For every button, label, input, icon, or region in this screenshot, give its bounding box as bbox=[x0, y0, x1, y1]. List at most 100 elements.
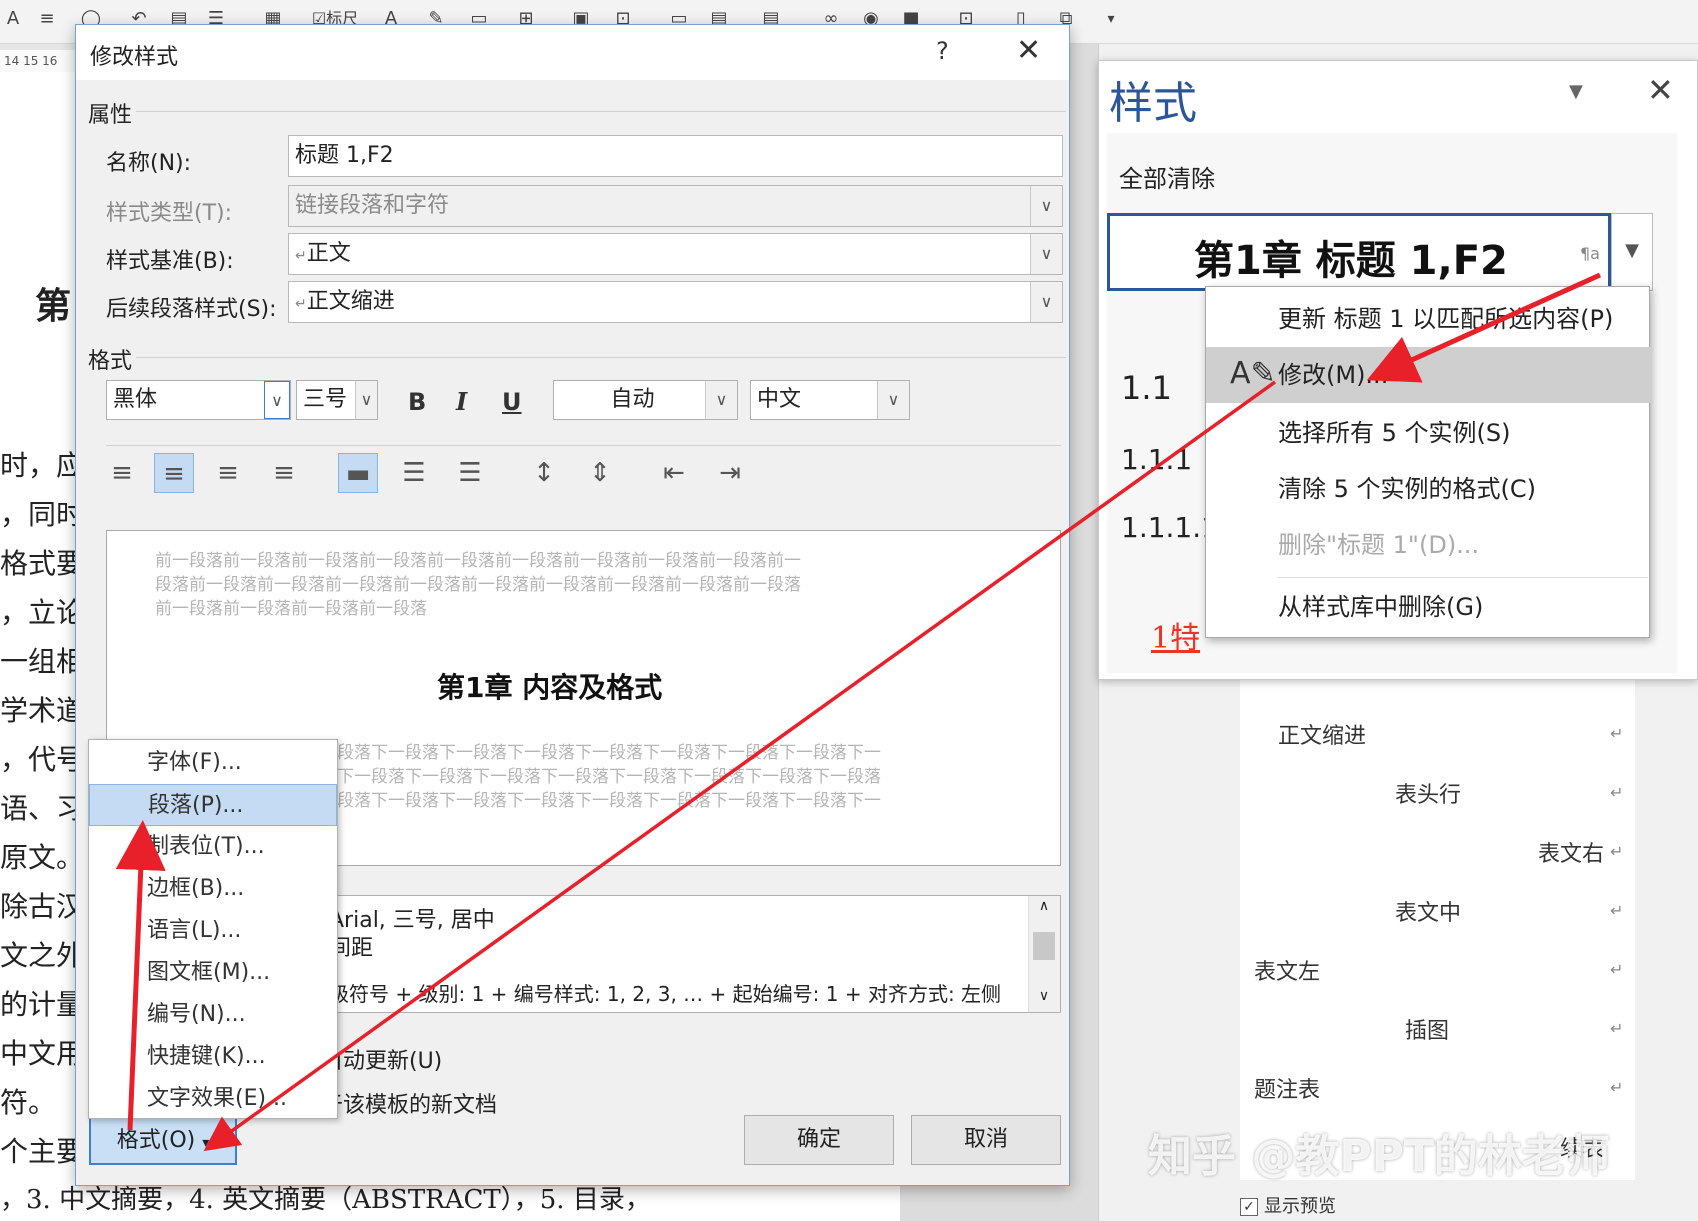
doc-line: 除古汉 bbox=[0, 890, 85, 923]
font-name-select[interactable]: 黑体 ∨ bbox=[106, 380, 291, 420]
style-item-header-row[interactable]: 表头行 bbox=[1395, 777, 1461, 809]
chevron-down-icon[interactable]: ∨ bbox=[1030, 186, 1062, 226]
doc-line: 一组相 bbox=[0, 645, 85, 678]
chevron-down-icon[interactable]: ∨ bbox=[1029, 988, 1059, 1004]
more-icon[interactable]: ▾ bbox=[1100, 8, 1122, 30]
paragraph-return-icon: ↵ bbox=[295, 296, 307, 312]
show-preview-checkbox[interactable]: ✓ 显示预览 bbox=[1240, 1192, 1336, 1218]
align-center-icon[interactable]: ≡ bbox=[154, 453, 194, 493]
clear-instances-item[interactable]: 清除 5 个实例的格式(C) bbox=[1206, 461, 1651, 517]
chevron-down-icon[interactable]: ∨ bbox=[1030, 282, 1062, 322]
clear-all-item[interactable]: 全部清除 bbox=[1119, 159, 1215, 194]
panel-options-icon[interactable]: ▼ bbox=[1569, 81, 1583, 102]
frame-menu-item[interactable]: 图文框(M)... bbox=[89, 952, 337, 994]
close-icon[interactable]: ✕ bbox=[1647, 71, 1674, 109]
preview-heading: 第1章 内容及格式 bbox=[437, 671, 663, 704]
text-effects-menu-item[interactable]: 文字效果(E)... bbox=[89, 1078, 337, 1120]
style-item-text-center[interactable]: 表文中 bbox=[1395, 895, 1461, 927]
template-option[interactable]: 于该模板的新文档 bbox=[321, 1087, 497, 1119]
font-size-select[interactable]: 三号 ∨ bbox=[296, 380, 378, 420]
heading-3-item[interactable]: 1.1.1 bbox=[1121, 443, 1192, 476]
doc-line: 时，应 bbox=[0, 449, 85, 482]
chevron-down-icon[interactable]: ∨ bbox=[705, 381, 737, 419]
style-item-indent[interactable]: 正文缩进 bbox=[1278, 718, 1366, 750]
format-button-label: 格式(O) bbox=[116, 1128, 196, 1153]
justify-icon[interactable]: ≡ bbox=[264, 453, 304, 493]
modify-style-label: 修改(M)... bbox=[1278, 361, 1389, 389]
paragraph-mark-icon: ↵ bbox=[1610, 842, 1624, 861]
paragraph-return-icon: ↵ bbox=[295, 248, 307, 264]
increase-indent-icon[interactable]: ⇥ bbox=[710, 453, 750, 493]
decrease-indent-icon[interactable]: ⇤ bbox=[654, 453, 694, 493]
style-dropdown-button[interactable]: ▼ bbox=[1611, 213, 1653, 291]
doc-line: 文之外 bbox=[0, 939, 85, 972]
language-menu-item[interactable]: 语言(L)... bbox=[89, 910, 337, 952]
style-item-text-left[interactable]: 表文左 bbox=[1254, 954, 1320, 986]
update-style-item[interactable]: 更新 标题 1 以匹配所选内容(P) bbox=[1206, 291, 1651, 347]
based-on-select[interactable]: ↵正文 ∨ bbox=[288, 233, 1063, 275]
double-spacing-icon[interactable]: ☰ bbox=[450, 453, 490, 493]
shortcut-menu-item[interactable]: 快捷键(K)... bbox=[89, 1036, 337, 1078]
one-half-spacing-icon[interactable]: ☰ bbox=[394, 453, 434, 493]
remove-from-gallery-item[interactable]: 从样式库中删除(G) bbox=[1206, 579, 1651, 635]
caret-down-icon: ▾ bbox=[202, 1135, 210, 1151]
next-style-label: 后续段落样式(S): bbox=[106, 297, 277, 322]
description-line: 级符号 + 级别: 1 + 编号样式: 1, 2, 3, … + 起始编号: 1… bbox=[329, 982, 1002, 1006]
select-all-instances-item[interactable]: 选择所有 5 个实例(S) bbox=[1206, 405, 1651, 461]
chevron-down-icon[interactable]: ∨ bbox=[1030, 234, 1062, 274]
linked-style-icon: ¶a bbox=[1580, 244, 1600, 263]
modify-style-item[interactable]: A✎ 修改(M)... bbox=[1206, 347, 1651, 403]
italic-button[interactable]: I bbox=[456, 387, 467, 417]
next-style-value: 正文缩进 bbox=[306, 289, 395, 314]
language-select[interactable]: 中文 ∨ bbox=[750, 380, 910, 420]
align-icon[interactable]: ≡ bbox=[36, 8, 58, 30]
divider bbox=[136, 111, 1066, 112]
doc-heading-fragment: 第 bbox=[35, 285, 72, 327]
chevron-up-icon[interactable]: ∧ bbox=[1029, 898, 1059, 914]
align-right-icon[interactable]: ≡ bbox=[208, 453, 248, 493]
border-menu-item[interactable]: 边框(B)... bbox=[89, 868, 337, 910]
selected-style-label: 第1章 标题 1,F2 bbox=[1194, 238, 1508, 284]
close-icon[interactable]: ✕ bbox=[1016, 33, 1041, 68]
style-type-label: 样式类型(T): bbox=[106, 201, 233, 226]
dialog-title: 修改样式 bbox=[90, 45, 179, 70]
style-item-text-right[interactable]: 表文右 bbox=[1538, 836, 1604, 868]
font-color-select[interactable]: 自动 ∨ bbox=[553, 380, 738, 420]
bold-button[interactable]: B bbox=[408, 387, 426, 417]
style-type-select[interactable]: 链接段落和字符 ∨ bbox=[288, 185, 1063, 227]
chevron-down-icon[interactable]: ∨ bbox=[264, 381, 290, 419]
increase-spacing-icon[interactable]: ↕ bbox=[524, 453, 564, 493]
preview-previous-paragraph: 前一段落前一段落前一段落前一段落前一段落前一段落前一段落前一段落前一段落前一 bbox=[155, 551, 801, 571]
description-scrollbar[interactable]: ∧ ∨ bbox=[1028, 896, 1060, 1012]
preview-previous-paragraph: 段落前一段落前一段落前一段落前一段落前一段落前一段落前一段落前一段落前一段落 bbox=[155, 575, 801, 595]
paragraph-menu-item[interactable]: 段落(P)... bbox=[89, 784, 337, 826]
doc-line: 个主要 bbox=[0, 1135, 85, 1168]
name-input[interactable]: 标题 1,F2 bbox=[288, 135, 1063, 177]
scrollbar-thumb[interactable] bbox=[1033, 932, 1055, 960]
help-icon[interactable]: ? bbox=[936, 37, 949, 65]
style-item-figure[interactable]: 插图 bbox=[1405, 1013, 1449, 1045]
font-menu-item[interactable]: 字体(F)... bbox=[89, 742, 337, 784]
align-left-icon[interactable]: ≡ bbox=[102, 453, 142, 493]
red-style-item[interactable]: 1特 bbox=[1151, 613, 1200, 657]
styles-list[interactable]: 正文缩进 ↵ 表头行 ↵ 表文右 ↵ 表文中 ↵ 表文左 ↵ 插图 ↵ 题注表 … bbox=[1240, 600, 1635, 1180]
format-button[interactable]: 格式(O) ▾ bbox=[89, 1115, 237, 1165]
numbering-menu-item[interactable]: 编号(N)... bbox=[89, 994, 337, 1036]
tabs-menu-item[interactable]: 制表位(T)... bbox=[89, 826, 337, 868]
ok-button[interactable]: 确定 bbox=[744, 1115, 894, 1165]
preview-next-paragraph: 段落下一段落下一段落下一段落下一段落下一段落下一段落下一段落下一 bbox=[337, 791, 881, 811]
next-style-select[interactable]: ↵正文缩进 ∨ bbox=[288, 281, 1063, 323]
chevron-down-icon[interactable]: ∨ bbox=[877, 381, 909, 419]
auto-update-option[interactable]: 自动更新(U) bbox=[321, 1043, 442, 1075]
heading-2-item[interactable]: 1.1 bbox=[1121, 369, 1172, 407]
font-a-icon[interactable]: A bbox=[2, 8, 24, 30]
chevron-down-icon[interactable]: ∨ bbox=[355, 381, 377, 419]
underline-button[interactable]: U bbox=[502, 387, 522, 417]
delete-style-item[interactable]: 删除"标题 1"(D)... bbox=[1206, 517, 1651, 573]
style-item-caption[interactable]: 题注表 bbox=[1254, 1072, 1320, 1104]
decrease-spacing-icon[interactable]: ⇕ bbox=[580, 453, 620, 493]
cancel-button[interactable]: 取消 bbox=[911, 1115, 1061, 1165]
single-spacing-icon[interactable]: ▬ bbox=[338, 453, 378, 493]
paragraph-mark-icon: ↵ bbox=[1610, 783, 1624, 802]
selected-style-item[interactable]: 第1章 标题 1,F2 ¶a bbox=[1107, 213, 1611, 291]
